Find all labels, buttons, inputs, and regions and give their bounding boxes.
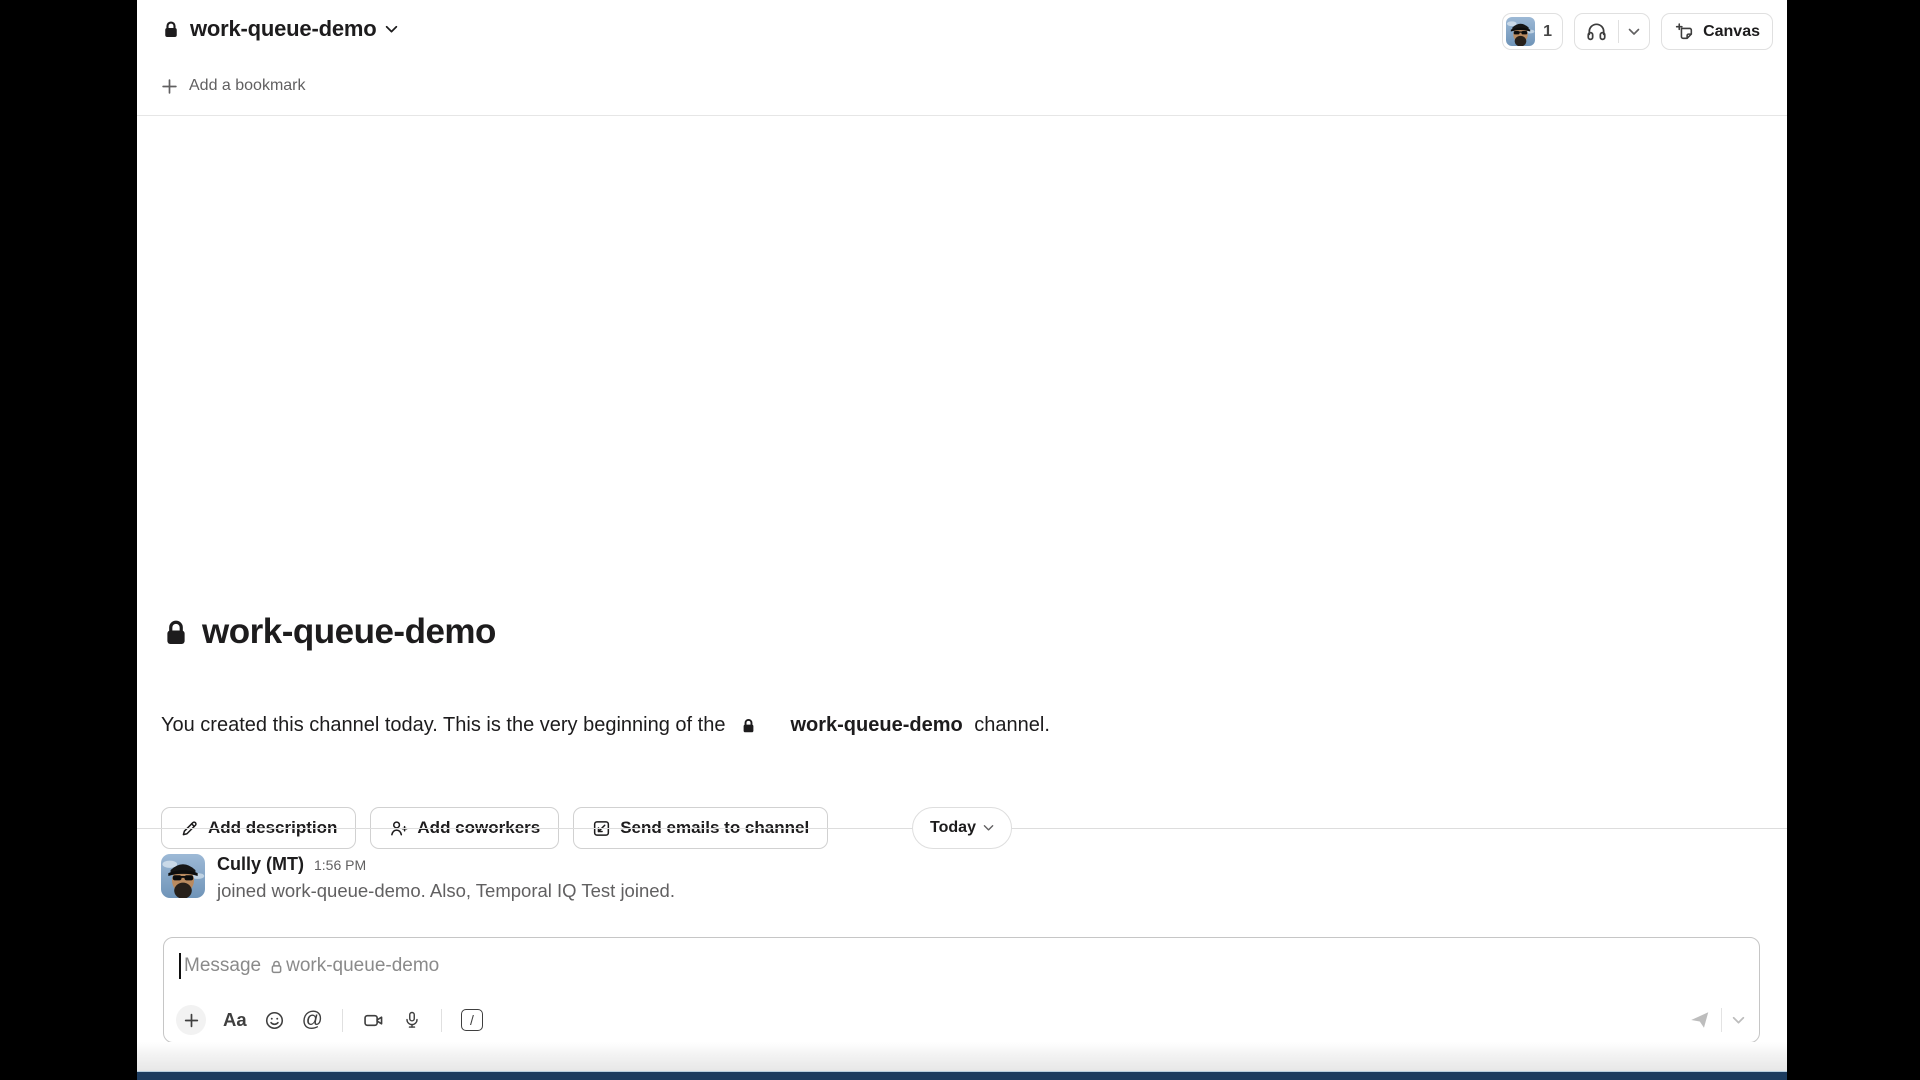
canvas-icon bbox=[1674, 21, 1695, 42]
message-composer: Message work-queue-demo Aa @ bbox=[163, 937, 1760, 1043]
intro-text: channel. bbox=[969, 714, 1050, 737]
message-row: Cully (MT) 1:56 PM joined work-queue-dem… bbox=[161, 854, 675, 902]
message-content: Cully (MT) 1:56 PM joined work-queue-dem… bbox=[217, 854, 675, 902]
video-clip-button[interactable] bbox=[362, 1009, 385, 1032]
add-bookmark-button[interactable]: Add a bookmark bbox=[161, 77, 306, 95]
message-input[interactable]: Message work-queue-demo bbox=[179, 953, 1744, 979]
divider bbox=[441, 1009, 442, 1032]
slash-icon: / bbox=[461, 1009, 483, 1031]
lock-icon bbox=[269, 959, 284, 974]
channel-title: work-queue-demo bbox=[190, 16, 376, 42]
member-count: 1 bbox=[1543, 23, 1552, 41]
intro-channel-name: work-queue-demo bbox=[790, 714, 962, 737]
channel-header-title[interactable]: work-queue-demo bbox=[161, 16, 398, 42]
channel-intro-description: You created this channel today. This is … bbox=[161, 671, 1050, 780]
huddle-toggle[interactable] bbox=[1575, 14, 1618, 49]
message-timestamp[interactable]: 1:56 PM bbox=[314, 857, 366, 873]
composer-placeholder: Message bbox=[184, 955, 261, 977]
lock-icon bbox=[161, 617, 191, 647]
date-pill-button[interactable]: Today bbox=[912, 807, 1012, 849]
composer-toolbar: Aa @ / bbox=[176, 1005, 1745, 1035]
send-controls bbox=[1689, 1008, 1745, 1032]
date-label: Today bbox=[930, 819, 976, 837]
lock-icon bbox=[740, 671, 784, 780]
canvas-button[interactable]: Canvas bbox=[1661, 13, 1773, 50]
send-button[interactable] bbox=[1689, 1010, 1711, 1030]
chevron-down-icon bbox=[385, 25, 398, 34]
huddle-button bbox=[1574, 13, 1650, 50]
shortcuts-button[interactable]: / bbox=[461, 1009, 483, 1031]
slack-channel-view: work-queue-demo 1 Ca bbox=[137, 0, 1787, 1080]
text-cursor bbox=[179, 953, 181, 979]
schedule-send-button[interactable] bbox=[1732, 1016, 1745, 1025]
emoji-button[interactable] bbox=[264, 1010, 285, 1031]
divider bbox=[1721, 1008, 1722, 1032]
channel-intro-title: work-queue-demo bbox=[161, 612, 1050, 652]
mention-button[interactable]: @ bbox=[302, 1008, 323, 1032]
avatar bbox=[1506, 17, 1535, 46]
date-divider: Today bbox=[137, 806, 1787, 850]
avatar[interactable] bbox=[161, 854, 205, 898]
huddle-options-button[interactable] bbox=[1619, 28, 1649, 36]
audio-clip-button[interactable] bbox=[402, 1009, 422, 1031]
workspace-theme-bar bbox=[137, 1071, 1787, 1080]
message-body: joined work-queue-demo. Also, Temporal I… bbox=[217, 880, 675, 902]
chevron-down-icon bbox=[983, 824, 994, 832]
header-actions: 1 Canvas bbox=[1502, 13, 1773, 50]
plus-icon bbox=[161, 78, 178, 95]
window-bottom-edge bbox=[137, 1042, 1787, 1071]
intro-text: You created this channel today. This is … bbox=[161, 714, 731, 737]
divider bbox=[137, 115, 1787, 116]
attach-button[interactable] bbox=[176, 1005, 206, 1035]
divider bbox=[342, 1009, 343, 1032]
headphones-icon bbox=[1585, 20, 1608, 43]
message-author[interactable]: Cully (MT) bbox=[217, 854, 304, 875]
members-button[interactable]: 1 bbox=[1502, 13, 1563, 50]
formatting-button[interactable]: Aa bbox=[223, 1009, 247, 1031]
lock-icon bbox=[161, 19, 181, 39]
composer-placeholder-channel: work-queue-demo bbox=[286, 955, 439, 977]
add-bookmark-label: Add a bookmark bbox=[189, 77, 306, 95]
channel-intro-name: work-queue-demo bbox=[202, 612, 496, 652]
canvas-label: Canvas bbox=[1703, 23, 1760, 41]
